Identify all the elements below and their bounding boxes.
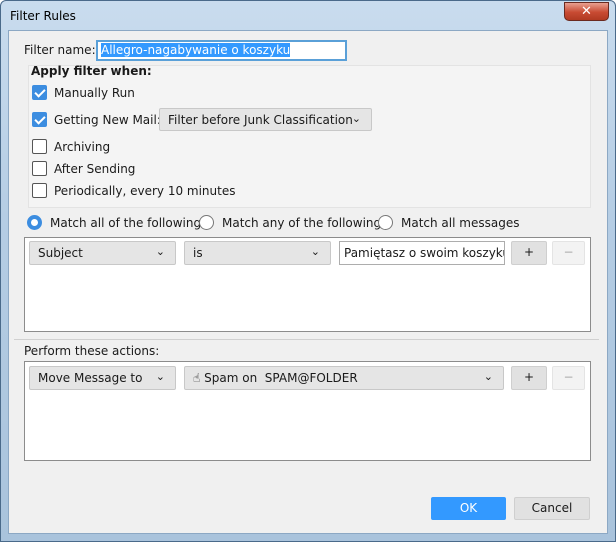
chevron-down-icon: ⌄	[483, 370, 493, 383]
chevron-down-icon: ⌄	[310, 245, 320, 258]
after-sending-checkbox[interactable]	[32, 161, 47, 176]
filter-name-input[interactable]: Allegro-nagabywanie o koszyku	[96, 40, 347, 61]
match-all-label: Match all of the following	[50, 216, 202, 230]
add-rule-button[interactable]: +	[511, 241, 547, 265]
action-type-dropdown[interactable]: Move Message to ⌄	[29, 366, 176, 390]
match-any-label: Match any of the following	[222, 216, 382, 230]
match-all-messages-radio[interactable]	[378, 215, 393, 230]
manually-run-label: Manually Run	[54, 86, 135, 100]
rule-operator-dropdown[interactable]: is ⌄	[184, 241, 331, 265]
manually-run-checkbox[interactable]	[32, 85, 47, 100]
rule-field-dropdown[interactable]: Subject ⌄	[29, 241, 176, 265]
apply-filter-heading: Apply filter when:	[31, 64, 152, 78]
periodically-checkbox[interactable]	[32, 183, 47, 198]
junk-timing-dropdown[interactable]: Filter before Junk Classification ⌄	[159, 108, 372, 131]
close-button[interactable]: ✕	[564, 2, 609, 21]
match-all-messages-label: Match all messages	[401, 216, 520, 230]
match-all-radio[interactable]	[27, 215, 42, 230]
close-icon: ✕	[581, 4, 592, 19]
junk-timing-value: Filter before Junk Classification	[168, 113, 353, 127]
filter-name-value: Allegro-nagabywanie o koszyku	[101, 43, 291, 57]
periodically-label: Periodically, every 10 minutes	[54, 184, 236, 198]
remove-rule-button[interactable]: −	[552, 241, 585, 265]
add-action-button[interactable]: +	[511, 366, 547, 390]
remove-action-button[interactable]: −	[552, 366, 585, 390]
actions-label: Perform these actions:	[24, 344, 160, 358]
ok-button[interactable]: OK	[431, 497, 506, 520]
spam-folder-icon: ☝	[193, 371, 201, 385]
window-title: Filter Rules	[10, 9, 76, 23]
chevron-down-icon: ⌄	[155, 370, 165, 383]
archiving-checkbox[interactable]	[32, 139, 47, 154]
target-folder-dropdown[interactable]: ☝ Spam on SPAM@FOLDER ⌄	[184, 366, 504, 390]
target-folder-value: Spam on SPAM@FOLDER	[204, 371, 358, 385]
action-type-value: Move Message to	[38, 371, 143, 385]
filter-name-label: Filter name:	[24, 43, 96, 57]
rule-value-input[interactable]: Pamiętasz o swoim koszyku? 🛒	[339, 241, 505, 265]
getting-new-mail-checkbox[interactable]	[32, 112, 47, 127]
getting-new-mail-label: Getting New Mail:	[54, 113, 161, 127]
rule-field-value: Subject	[38, 246, 83, 260]
after-sending-label: After Sending	[54, 162, 136, 176]
archiving-label: Archiving	[54, 140, 111, 154]
rule-operator-value: is	[193, 246, 203, 260]
chevron-down-icon: ⌄	[351, 112, 361, 125]
chevron-down-icon: ⌄	[155, 245, 165, 258]
cancel-button[interactable]: Cancel	[514, 497, 590, 520]
match-any-radio[interactable]	[199, 215, 214, 230]
divider	[14, 339, 599, 340]
